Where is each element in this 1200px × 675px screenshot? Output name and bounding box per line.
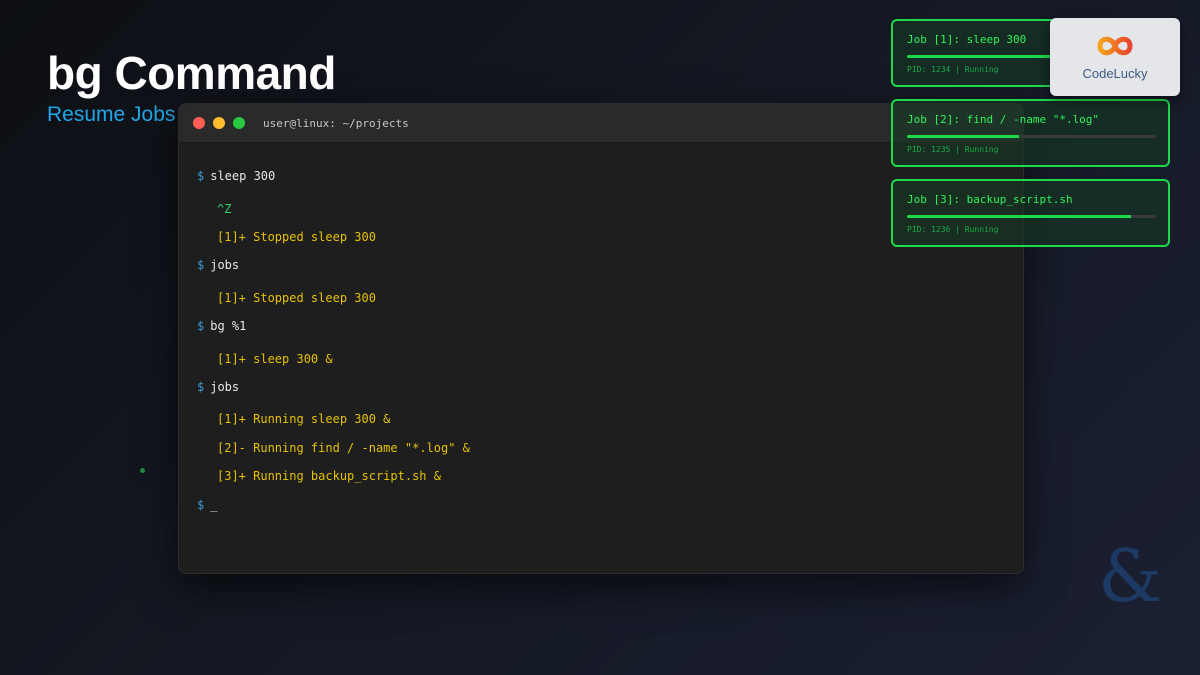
job-progress-fill bbox=[907, 135, 1020, 138]
command-text: _ bbox=[210, 498, 218, 512]
job-title: Job [2]: find / -name "*.log" bbox=[907, 113, 1100, 126]
decorative-dot bbox=[140, 468, 145, 473]
command-text: bg %1 bbox=[210, 319, 247, 333]
terminal-command-line: $ _ bbox=[197, 498, 217, 512]
terminal-output-line: [1]+ sleep 300 & bbox=[217, 352, 333, 366]
command-text: jobs bbox=[210, 258, 240, 272]
job-progress-bar bbox=[907, 215, 1156, 218]
terminal-output-line: [1]+ Stopped sleep 300 bbox=[217, 291, 376, 305]
infinity-logo-icon bbox=[1097, 36, 1133, 56]
terminal-output-line: [3]+ Running backup_script.sh & bbox=[217, 469, 441, 483]
job-progress-bar bbox=[907, 135, 1156, 138]
job-progress-fill bbox=[907, 215, 1132, 218]
terminal-command-line: $ bg %1 bbox=[197, 319, 246, 333]
ampersand-decoration: & bbox=[1098, 534, 1163, 618]
terminal-command-line: $ jobs bbox=[197, 258, 239, 272]
prompt-symbol: $ bbox=[197, 319, 205, 333]
codelucky-logo: CodeLucky bbox=[1050, 18, 1180, 96]
prompt-symbol: $ bbox=[197, 169, 205, 183]
prompt-symbol: $ bbox=[197, 498, 205, 512]
terminal-command-line: $ jobs bbox=[197, 380, 239, 394]
terminal-command-line: $ sleep 300 bbox=[197, 169, 275, 183]
page-title: bg Command bbox=[47, 47, 336, 99]
terminal-output-line: [1]+ Stopped sleep 300 bbox=[217, 230, 376, 244]
terminal-output-line: [2]- Running find / -name "*.log" & bbox=[217, 441, 470, 455]
job-card: Job [2]: find / -name "*.log" PID: 1235 |… bbox=[891, 99, 1170, 167]
prompt-symbol: $ bbox=[197, 380, 205, 394]
close-window-button[interactable] bbox=[193, 117, 205, 129]
job-meta: PID: 1235 | Running bbox=[907, 145, 999, 154]
maximize-window-button[interactable] bbox=[233, 117, 245, 129]
job-title: Job [1]: sleep 300 bbox=[907, 33, 1027, 46]
job-card: Job [3]: backup_script.sh PID: 1236 | Run… bbox=[891, 179, 1170, 247]
prompt-symbol: $ bbox=[197, 258, 205, 272]
page-subtitle: Resume Jobs bbox=[47, 103, 176, 126]
command-text: jobs bbox=[210, 380, 240, 394]
terminal-control-char: ^Z bbox=[217, 202, 232, 216]
terminal-window[interactable]: user@linux: ~/projects $ sleep 300 ^Z [1]+ … bbox=[178, 103, 1024, 574]
command-text: sleep 300 bbox=[210, 169, 276, 183]
job-meta: PID: 1234 | Running bbox=[907, 65, 999, 74]
minimize-window-button[interactable] bbox=[213, 117, 225, 129]
terminal-title: user@linux: ~/projects bbox=[263, 116, 409, 130]
job-meta: PID: 1236 | Running bbox=[907, 225, 999, 234]
job-title: Job [3]: backup_script.sh bbox=[907, 193, 1073, 206]
terminal-output-line: [1]+ Running sleep 300 & bbox=[217, 412, 391, 426]
job-progress-fill bbox=[907, 55, 1057, 58]
logo-text: CodeLucky bbox=[1082, 66, 1148, 81]
